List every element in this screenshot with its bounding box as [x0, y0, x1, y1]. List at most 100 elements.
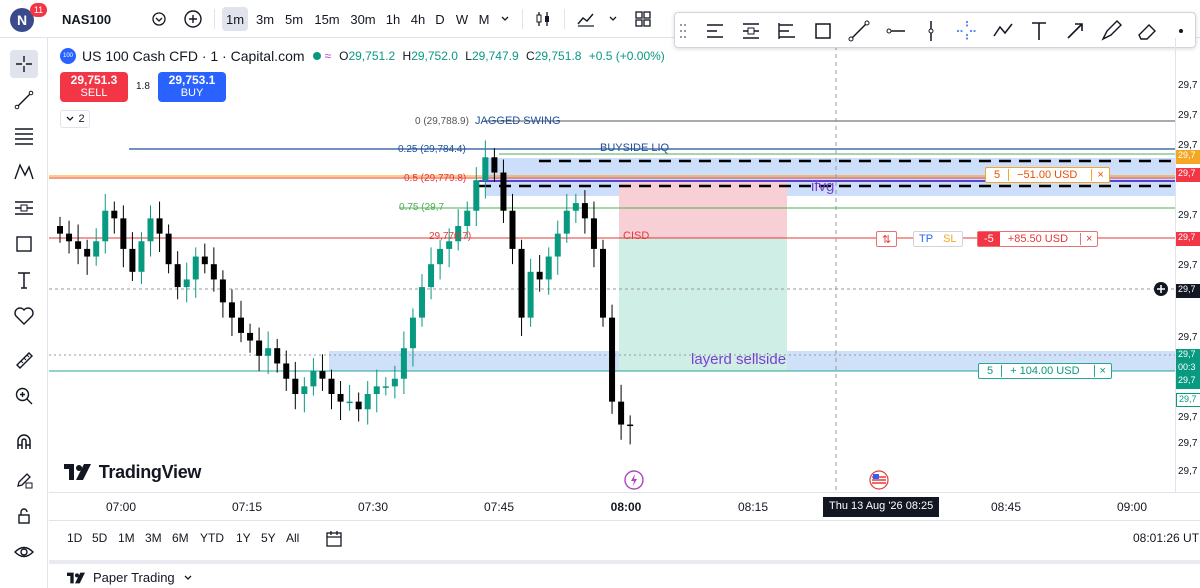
sl-button[interactable]: SL [938, 233, 961, 245]
add-symbol-icon[interactable] [184, 10, 202, 28]
drag-handle-icon[interactable] [679, 19, 687, 43]
long-short-position-icon[interactable] [703, 19, 727, 43]
price-chart[interactable] [49, 38, 1175, 492]
calendar-goto-icon[interactable] [325, 530, 343, 548]
arrow-icon[interactable] [1063, 19, 1087, 43]
rectangle-icon[interactable] [811, 19, 835, 43]
candle[interactable] [355, 401, 362, 410]
chevron-down-icon[interactable] [183, 573, 193, 583]
candle[interactable] [364, 394, 371, 410]
lock-drawings-tool[interactable] [10, 502, 38, 530]
open-position-tag[interactable]: -5 +85.50 USD × [977, 231, 1099, 247]
us-flag-event-icon[interactable] [869, 470, 889, 490]
candle[interactable] [165, 233, 172, 265]
candle[interactable] [581, 203, 588, 219]
fib-tool[interactable] [10, 122, 38, 150]
candle[interactable] [600, 248, 606, 318]
candle[interactable] [391, 378, 398, 387]
candle[interactable] [138, 241, 145, 272]
range-3m[interactable]: 3M [145, 531, 162, 545]
candle[interactable] [265, 348, 272, 356]
brush-icon[interactable] [1099, 19, 1123, 43]
candle[interactable] [238, 317, 244, 333]
pattern-tool[interactable] [10, 158, 38, 186]
layout-grid-icon[interactable] [634, 10, 652, 28]
candle[interactable] [373, 386, 380, 394]
range-all[interactable]: All [286, 531, 299, 545]
candle[interactable] [274, 348, 281, 364]
eraser-icon[interactable] [1135, 19, 1159, 43]
drawing-mode-tool[interactable] [10, 466, 38, 494]
candle[interactable] [84, 248, 91, 257]
candle[interactable] [382, 386, 389, 388]
horizontal-ray-icon[interactable] [883, 19, 907, 43]
target-order-tag[interactable]: 5 + 104.00 USD × [978, 363, 1112, 379]
add-price-alert-icon[interactable] [1153, 281, 1169, 297]
indicators-icon[interactable] [576, 10, 596, 28]
candle[interactable] [147, 218, 154, 242]
cisd-label[interactable]: CISD [623, 230, 649, 242]
candle[interactable] [563, 210, 570, 234]
candle[interactable] [201, 256, 208, 265]
trendline-tool[interactable] [10, 86, 38, 114]
candle[interactable] [301, 386, 308, 394]
stop-close-icon[interactable]: × [1091, 169, 1108, 181]
zoom-tool[interactable] [10, 382, 38, 410]
jagged-swing-label[interactable]: JAGGED SWING [475, 115, 561, 127]
range-6m[interactable]: 6M [172, 531, 189, 545]
candle[interactable] [210, 264, 217, 280]
candle[interactable] [572, 203, 579, 211]
candle[interactable] [518, 248, 525, 318]
candle[interactable] [156, 218, 163, 234]
lightning-event-icon[interactable] [624, 470, 644, 490]
time-axis[interactable]: 07:00 07:15 07:30 07:45 08:00 08:15 08:45 09:00… [49, 492, 1200, 520]
geometric-shapes-tool[interactable] [10, 230, 38, 258]
candle[interactable] [609, 317, 616, 402]
reverse-position-button[interactable]: ⇅ [876, 231, 898, 247]
stop-order-tag[interactable]: 5 −51.00 USD × [985, 167, 1110, 183]
tp-sl-buttons[interactable]: TP SL [913, 231, 963, 247]
timeframe-w[interactable]: W [453, 7, 471, 31]
pitchfork-icon[interactable] [775, 19, 799, 43]
candle[interactable] [310, 371, 317, 387]
chevron-down-icon[interactable] [500, 14, 510, 24]
buy-button[interactable]: 29,753.1 BUY [158, 72, 226, 102]
candle[interactable] [400, 348, 407, 379]
candle[interactable] [473, 180, 480, 211]
position-close-icon[interactable]: × [1080, 233, 1097, 245]
candle[interactable] [590, 218, 597, 249]
candle[interactable] [337, 394, 344, 402]
timeframe-5m[interactable]: 5m [281, 7, 307, 31]
candle[interactable] [482, 157, 489, 181]
text-icon[interactable] [1027, 19, 1051, 43]
path-icon[interactable] [991, 19, 1015, 43]
symbol-dropdown-icon[interactable] [152, 12, 166, 26]
candle[interactable] [500, 172, 507, 211]
candle[interactable] [174, 264, 181, 288]
ifvg-label[interactable]: ifvg [811, 178, 834, 195]
vertical-line-icon[interactable] [919, 19, 943, 43]
timeframe-15m[interactable]: 15m [311, 7, 343, 31]
range-ytd[interactable]: YTD [200, 531, 224, 545]
candle[interactable] [283, 363, 290, 379]
candle[interactable] [536, 271, 543, 280]
candle[interactable] [509, 210, 516, 249]
timeframe-1h[interactable]: 1h [382, 7, 404, 31]
indicators-collapse-button[interactable]: 2 [60, 110, 90, 128]
timeframe-4h[interactable]: 4h [407, 7, 429, 31]
candle[interactable] [527, 271, 534, 318]
buyside-liq-label[interactable]: BUYSIDE LIQ [600, 142, 669, 154]
price-axis[interactable]: 29,7 29,7 29,7 29,7 29,7 29,7 29,7 29,7 29,7 29,7… [1175, 38, 1200, 492]
candle[interactable] [102, 210, 109, 242]
chevron-down-icon[interactable] [608, 14, 618, 24]
sell-button[interactable]: 29,751.3 SELL [60, 72, 128, 102]
hide-drawings-tool[interactable] [10, 538, 38, 566]
candle[interactable] [183, 279, 190, 288]
magnet-tool[interactable] [10, 428, 38, 456]
candle[interactable] [428, 264, 435, 288]
candle[interactable] [618, 401, 625, 425]
candle[interactable] [446, 241, 453, 249]
symbol-title[interactable]: US 100 Cash CFD · 1 · Capital.com [82, 48, 305, 64]
candle[interactable] [120, 218, 127, 249]
candle[interactable] [346, 401, 353, 404]
